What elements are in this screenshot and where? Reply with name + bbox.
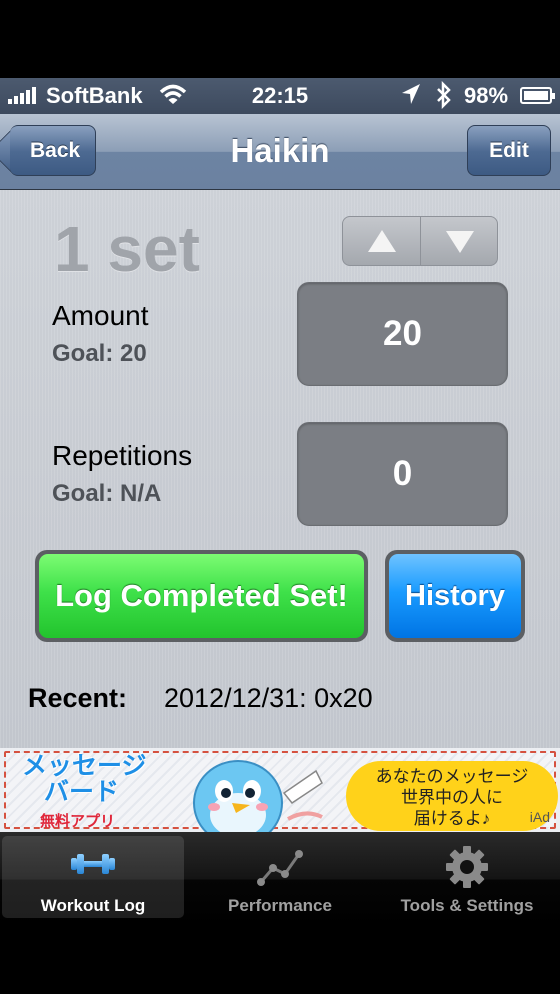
repetitions-label: Repetitions bbox=[52, 440, 193, 471]
ad-banner[interactable]: メッセージ バード 無料アプリ あなたのメッセージ 世界中の人に 届けるよ♪ i… bbox=[0, 748, 560, 832]
dumbbell-icon bbox=[71, 854, 115, 874]
navigation-bar: Back Haikin Edit bbox=[0, 114, 560, 190]
amount-field[interactable]: 20 bbox=[297, 282, 508, 386]
history-button-frame: History bbox=[385, 550, 525, 642]
battery-percent: 98% bbox=[464, 83, 509, 108]
tab-tools-settings-label: Tools & Settings bbox=[400, 896, 534, 915]
log-completed-set-button[interactable]: Log Completed Set! bbox=[39, 554, 364, 638]
tab-tools-settings[interactable]: Tools & Settings bbox=[376, 836, 558, 918]
ad-bubble-line2: 世界中の人に bbox=[401, 788, 503, 807]
ad-title-line2: バード bbox=[44, 778, 120, 806]
gear-icon bbox=[446, 846, 488, 888]
arrow-up-icon bbox=[368, 230, 396, 252]
location-icon bbox=[402, 84, 420, 104]
set-stepper bbox=[342, 216, 498, 266]
bird-mascot-icon bbox=[193, 760, 323, 832]
ad-title: メッセージ バード bbox=[22, 753, 182, 805]
set-increment-button[interactable] bbox=[343, 217, 421, 265]
recent-label: Recent: bbox=[28, 683, 128, 713]
amount-label: Amount bbox=[52, 300, 149, 331]
arrow-down-icon bbox=[446, 231, 474, 253]
ad-title-line1: メッセージ bbox=[22, 752, 147, 780]
workout-content: 1 set Amount Goal: 20 20 Repetitions Goa… bbox=[0, 190, 560, 748]
log-button-frame: Log Completed Set! bbox=[35, 550, 368, 642]
amount-goal: Goal: 20 bbox=[52, 340, 147, 367]
tab-workout-log[interactable]: Workout Log bbox=[2, 836, 184, 918]
battery-icon bbox=[520, 87, 555, 104]
ad-bubble-line3: 届けるよ♪ bbox=[413, 809, 491, 828]
repetitions-field[interactable]: 0 bbox=[297, 422, 508, 526]
top-letterbox bbox=[0, 0, 560, 78]
tab-performance-label: Performance bbox=[228, 896, 332, 915]
iad-label: iAd bbox=[529, 809, 550, 825]
history-button[interactable]: History bbox=[389, 554, 521, 638]
graph-icon bbox=[257, 850, 303, 886]
tab-performance[interactable]: Performance bbox=[189, 836, 371, 918]
repetitions-goal: Goal: N/A bbox=[52, 480, 162, 507]
ad-speech-bubble: あなたのメッセージ 世界中の人に 届けるよ♪ bbox=[346, 761, 558, 831]
status-bar: SoftBank 22:15 98% bbox=[0, 78, 560, 114]
recent-value: 2012/12/31: 0x20 bbox=[164, 683, 373, 713]
tab-bar: Workout Log Performance Tools & Settings bbox=[0, 832, 560, 926]
back-button[interactable]: Back bbox=[10, 125, 96, 176]
bluetooth-icon bbox=[437, 81, 451, 109]
ad-free-label: 無料アプリ bbox=[40, 813, 116, 830]
set-decrement-button[interactable] bbox=[421, 217, 497, 265]
ad-bubble-line1: あなたのメッセージ bbox=[375, 767, 529, 786]
set-counter: 1 set bbox=[54, 213, 200, 285]
tab-workout-log-label: Workout Log bbox=[40, 896, 146, 915]
edit-button[interactable]: Edit bbox=[467, 125, 551, 176]
bottom-letterbox bbox=[0, 926, 560, 994]
ad-frame: メッセージ バード 無料アプリ あなたのメッセージ 世界中の人に 届けるよ♪ i… bbox=[4, 751, 558, 832]
